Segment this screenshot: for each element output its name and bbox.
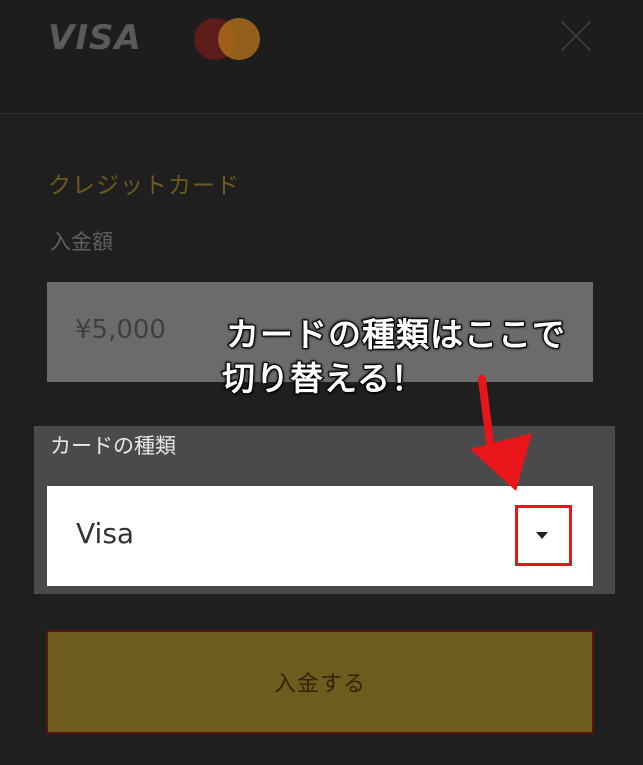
section-title: クレジットカード <box>48 173 240 199</box>
card-type-select[interactable]: Visa <box>47 486 593 586</box>
close-icon[interactable] <box>556 16 596 56</box>
card-type-label: カードの種類 <box>50 434 176 458</box>
deposit-button-label: 入金する <box>273 672 366 697</box>
annotation-line-1: カードの種類はここで <box>225 314 566 355</box>
annotation-arrow-icon <box>470 375 532 491</box>
card-type-selected-value: Visa <box>76 517 135 550</box>
deposit-button[interactable]: 入金する <box>46 630 594 734</box>
payment-page: VISA クレジットカード 入金額 ¥5,000 カードの種類 Visa 入金す… <box>0 0 643 765</box>
amount-value: ¥5,000 <box>75 315 166 345</box>
amount-label: 入金額 <box>50 230 113 254</box>
card-brand-header: VISA <box>0 0 643 114</box>
mastercard-orange-circle <box>218 18 260 60</box>
mastercard-logo <box>194 18 264 60</box>
visa-logo: VISA <box>48 18 142 58</box>
dropdown-highlight-box <box>515 505 572 566</box>
